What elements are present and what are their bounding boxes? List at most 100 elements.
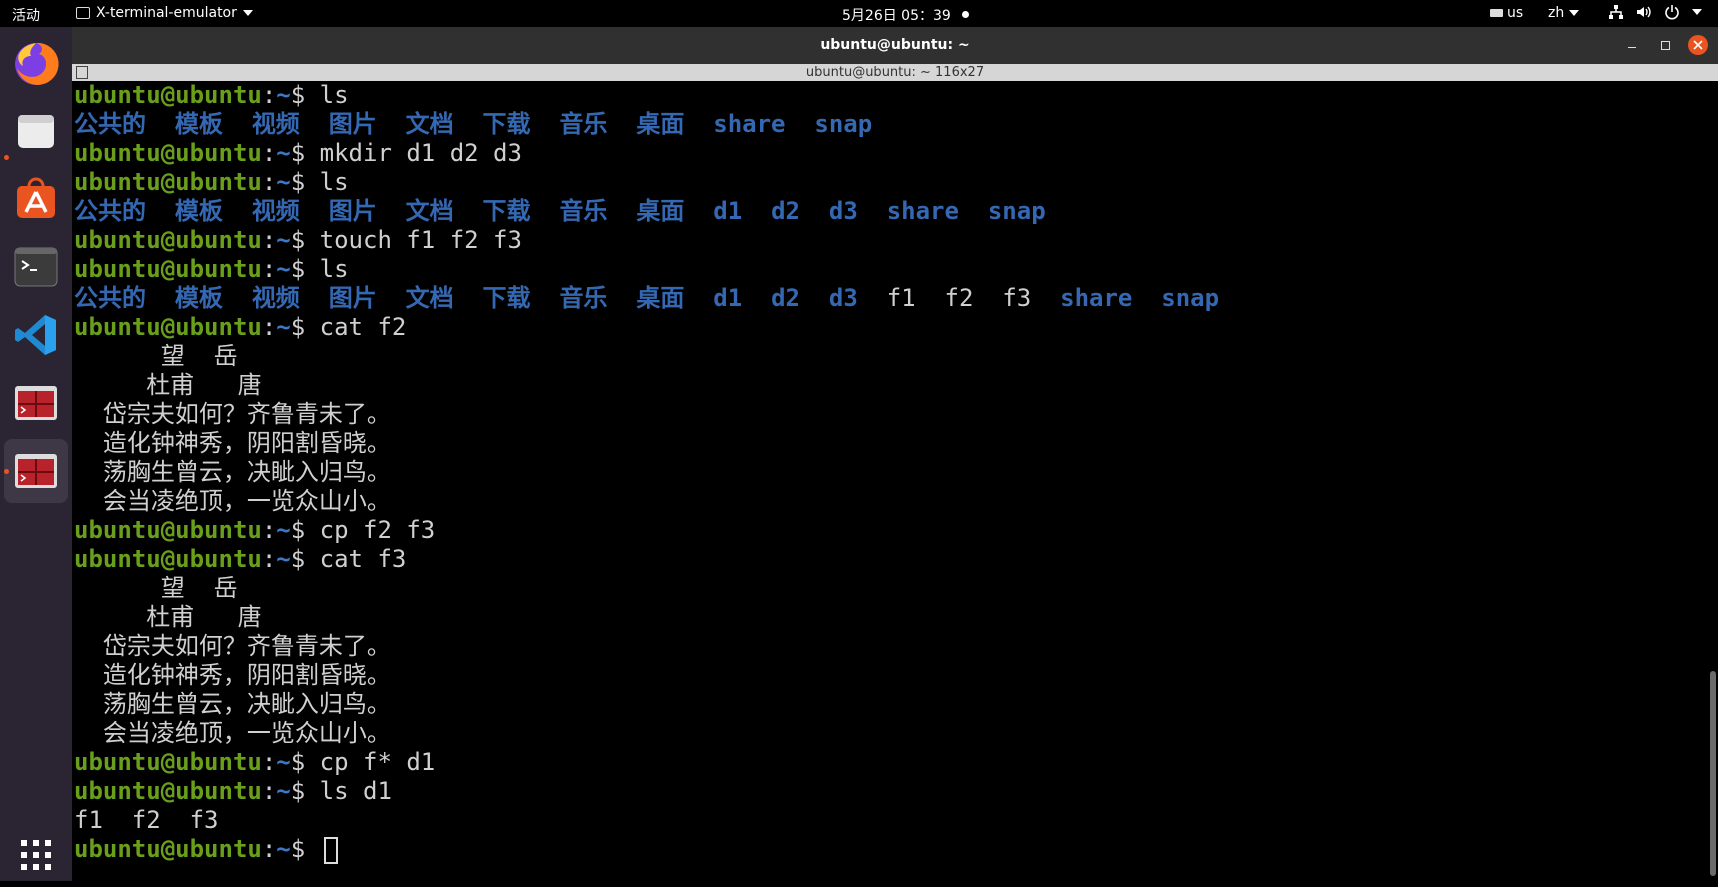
dock-item-terminal[interactable] xyxy=(4,235,68,299)
terminal-view[interactable]: ubuntu@ubuntu:~$ ls 公共的 模板 视频 图片 文档 下载 音乐… xyxy=(72,81,1718,881)
prompt-dollar: $ xyxy=(290,226,306,254)
directory-entry: 公共的 xyxy=(74,197,146,225)
network-icon xyxy=(1609,5,1623,19)
prompt-path: ~ xyxy=(276,516,291,544)
output-line: 荡胸生曾云，决眦入归鸟。 xyxy=(74,690,1219,719)
directory-entry: snap xyxy=(987,197,1046,225)
close-icon xyxy=(1693,40,1703,50)
red-terminal-app-icon xyxy=(15,386,57,420)
output-text: 造化钟神秀，阴阳割昏晓。 xyxy=(74,661,391,689)
prompt-dollar: $ xyxy=(290,777,306,805)
prompt-line: ubuntu@ubuntu:~$ cat f2 xyxy=(74,313,1219,342)
dock-item-red-app[interactable] xyxy=(4,371,68,435)
directory-entry: share xyxy=(886,197,959,225)
directory-entry: 图片 xyxy=(328,284,377,312)
scrollbar[interactable] xyxy=(1708,81,1718,881)
keyboard-layout-indicator[interactable]: us xyxy=(1490,5,1523,21)
prompt-line: ubuntu@ubuntu:~$ ls xyxy=(74,168,1219,197)
window-titlebar[interactable]: ubuntu@ubuntu: ~ xyxy=(72,27,1718,64)
volume-icon xyxy=(1637,6,1651,18)
prompt-dollar: $ xyxy=(290,168,306,196)
prompt-separator: : xyxy=(261,777,277,805)
output-line: 造化钟神秀，阴阳割昏晓。 xyxy=(74,661,1219,690)
output-line: 杜甫 唐 xyxy=(74,371,1219,400)
prompt-line: ubuntu@ubuntu:~$ ls xyxy=(74,81,1219,110)
system-tray[interactable] xyxy=(1608,4,1702,20)
scrollbar-thumb[interactable] xyxy=(1710,671,1716,876)
directory-entry: 音乐 xyxy=(559,197,608,225)
output-text: 岱宗夫如何？齐鲁青未了。 xyxy=(74,632,391,660)
output-text: 杜甫 唐 xyxy=(74,603,262,631)
input-method-menu[interactable]: zh xyxy=(1548,5,1580,21)
prompt-path: ~ xyxy=(276,313,291,341)
terminal-output: ubuntu@ubuntu:~$ ls 公共的 模板 视频 图片 文档 下载 音乐… xyxy=(74,81,1219,864)
prompt-line: ubuntu@ubuntu:~$ touch f1 f2 f3 xyxy=(74,226,1219,255)
command-text: cat f2 xyxy=(319,313,407,341)
ls-output-line: 公共的 模板 视频 图片 文档 下载 音乐 桌面 d1 d2 d3 share … xyxy=(74,197,1219,226)
activities-button[interactable]: 活动 xyxy=(12,5,40,25)
ls-output-line: 公共的 模板 视频 图片 文档 下载 音乐 桌面 share snap xyxy=(74,110,1219,139)
terminal-app-icon xyxy=(76,7,90,19)
dock-item-red-app-active[interactable] xyxy=(4,439,68,503)
output-line: 会当凌绝顶，一览众山小。 xyxy=(74,719,1219,748)
prompt-line: ubuntu@ubuntu:~$ cp f2 f3 xyxy=(74,516,1219,545)
directory-entry: d2 xyxy=(771,197,800,225)
clock[interactable]: 5月26日 05：39 xyxy=(842,5,951,25)
dock xyxy=(0,27,72,881)
output-text: 造化钟神秀，阴阳割昏晓。 xyxy=(74,429,391,457)
directory-entry: d1 xyxy=(713,284,743,312)
prompt-path: ~ xyxy=(276,139,291,167)
directory-entry: 下载 xyxy=(482,197,531,225)
prompt-user: ubuntu@ubuntu xyxy=(74,545,262,573)
prompt-user: ubuntu@ubuntu xyxy=(74,226,262,254)
close-button[interactable] xyxy=(1688,35,1708,55)
directory-entry: d2 xyxy=(771,284,800,312)
prompt-dollar: $ xyxy=(290,748,306,776)
output-text: 望 岳 xyxy=(74,342,238,370)
prompt-path: ~ xyxy=(276,168,291,196)
prompt-path: ~ xyxy=(276,81,291,109)
directory-entry: 文档 xyxy=(405,110,454,138)
output-text: 岱宗夫如何？齐鲁青未了。 xyxy=(74,400,391,428)
command-text: ls xyxy=(319,168,349,196)
terminal-icon xyxy=(14,247,58,287)
dock-item-firefox[interactable] xyxy=(4,31,68,95)
chevron-down-icon xyxy=(1569,10,1580,16)
directory-entry: 视频 xyxy=(251,197,300,225)
prompt-path: ~ xyxy=(276,748,291,776)
output-line: 会当凌绝顶，一览众山小。 xyxy=(74,487,1219,516)
minimize-icon xyxy=(1628,46,1636,48)
prompt-user: ubuntu@ubuntu xyxy=(74,748,262,776)
prompt-separator: : xyxy=(261,545,277,573)
prompt-user: ubuntu@ubuntu xyxy=(74,81,262,109)
prompt-path: ~ xyxy=(276,545,291,573)
directory-entry: 图片 xyxy=(328,197,377,225)
dock-item-files[interactable] xyxy=(4,99,68,163)
dock-item-vscode[interactable] xyxy=(4,303,68,367)
directory-entry: 文档 xyxy=(405,197,454,225)
prompt-dollar: $ xyxy=(290,835,306,863)
prompt-line: ubuntu@ubuntu:~$ cat f3 xyxy=(74,545,1219,574)
power-icon xyxy=(1665,5,1679,20)
directory-entry: snap xyxy=(1161,284,1220,312)
app-menu[interactable]: X-terminal-emulator xyxy=(76,5,253,21)
directory-entry: 公共的 xyxy=(74,284,146,312)
prompt-user: ubuntu@ubuntu xyxy=(74,168,262,196)
minimize-button[interactable] xyxy=(1622,35,1642,55)
maximize-button[interactable] xyxy=(1655,35,1675,55)
show-applications-button[interactable] xyxy=(4,823,68,887)
ls-output-line: 公共的 模板 视频 图片 文档 下载 音乐 桌面 d1 d2 d3 f1 f2 … xyxy=(74,284,1219,313)
output-text: 会当凌绝顶，一览众山小。 xyxy=(74,719,391,747)
file-entry: f1 xyxy=(886,284,916,312)
prompt-line: ubuntu@ubuntu:~$ cp f* d1 xyxy=(74,748,1219,777)
prompt-separator: : xyxy=(261,835,277,863)
directory-entry: share xyxy=(713,110,786,138)
terminal-size-bar: ubuntu@ubuntu: ~ 116x27 xyxy=(72,64,1718,81)
output-line: 岱宗夫如何？齐鲁青未了。 xyxy=(74,632,1219,661)
red-terminal-app-icon xyxy=(15,454,57,488)
directory-entry: 视频 xyxy=(251,110,300,138)
directory-entry: 音乐 xyxy=(559,284,608,312)
command-text: cp f2 f3 xyxy=(319,516,436,544)
prompt-dollar: $ xyxy=(290,255,306,283)
dock-item-ubuntu-software[interactable] xyxy=(4,167,68,231)
